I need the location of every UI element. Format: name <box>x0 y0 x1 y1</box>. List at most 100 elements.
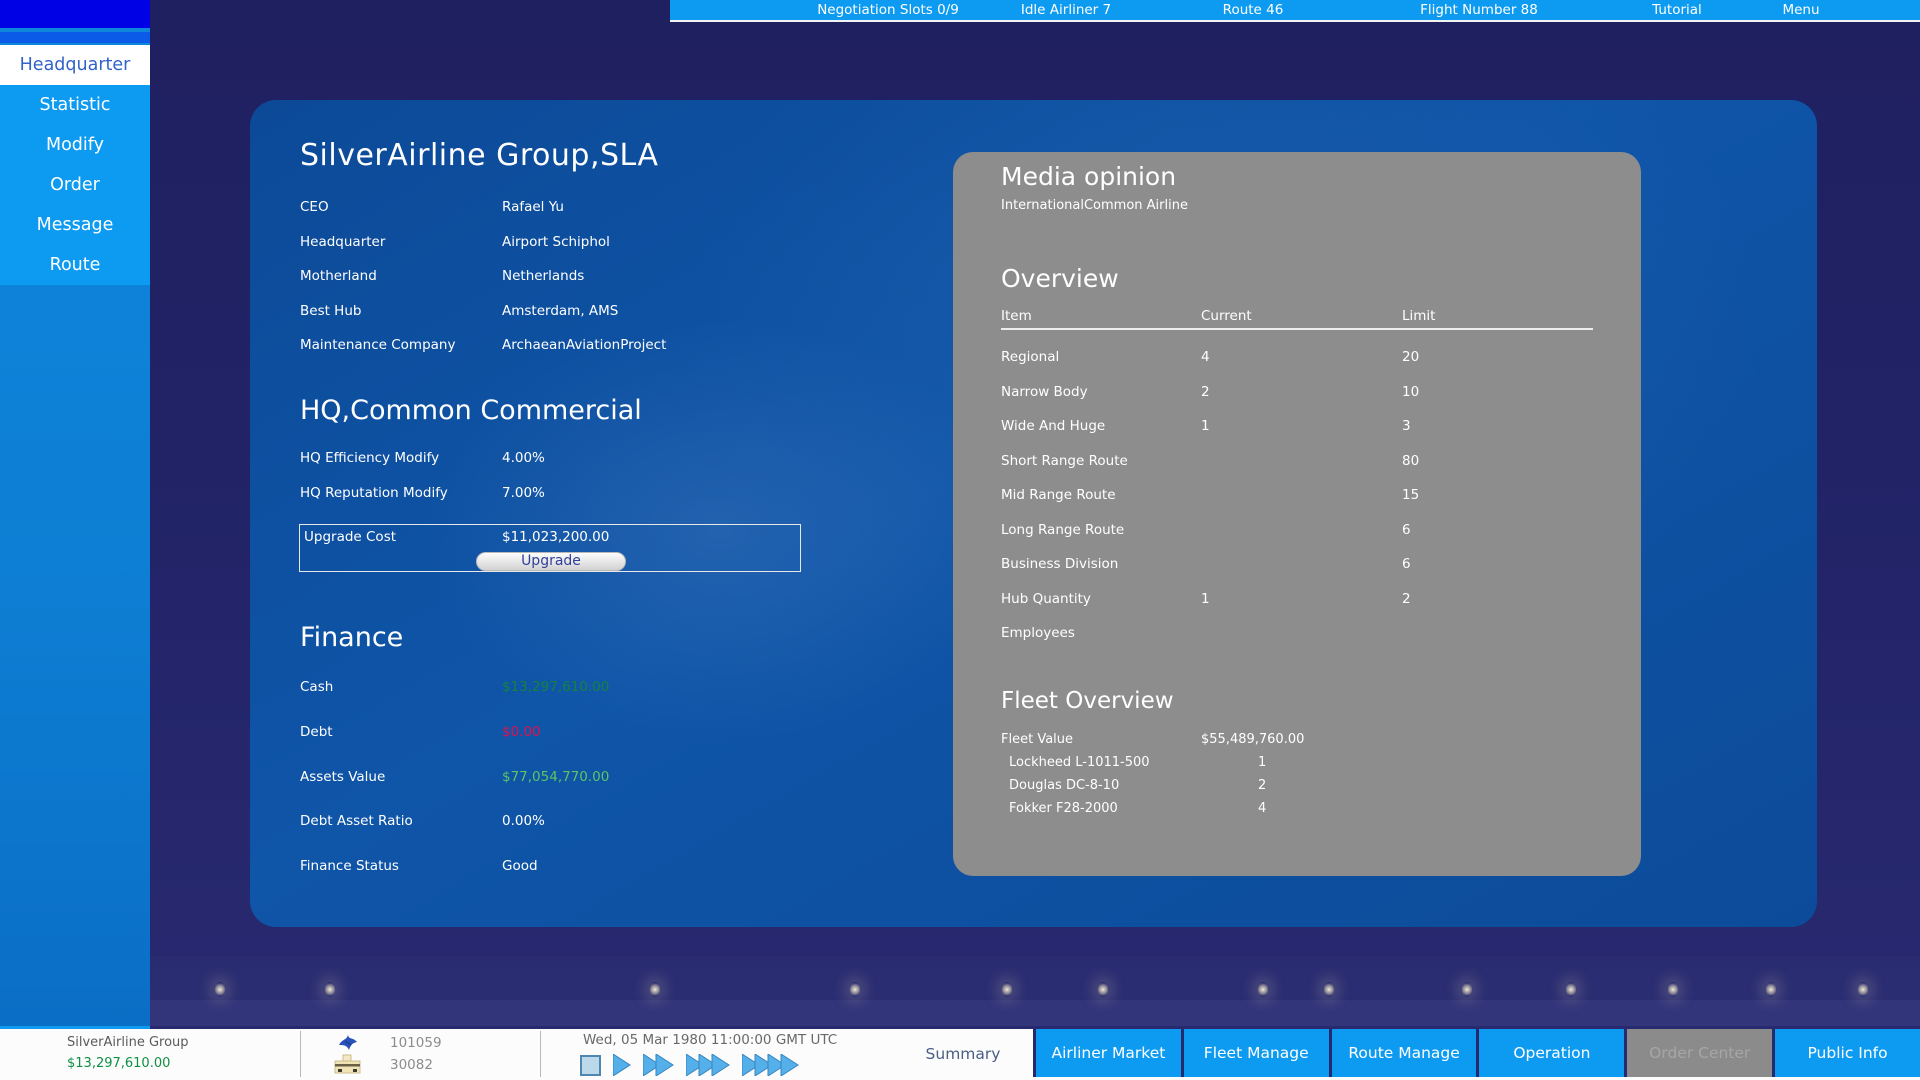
table-row: Narrow Body210 <box>1001 375 1593 410</box>
info-label: Headquarter <box>300 234 502 250</box>
play-speed-1-button[interactable] <box>613 1054 631 1076</box>
table-row: Regional420 <box>1001 340 1593 375</box>
table-row: Wide And Huge13 <box>1001 409 1593 444</box>
play-speed-2-button[interactable] <box>643 1054 674 1076</box>
table-row: Hub Quantity12 <box>1001 582 1593 617</box>
cell-limit: 2 <box>1402 591 1593 607</box>
hq-section-title: HQ,Common Commercial <box>300 395 642 426</box>
bottom-cash-value: $13,297,610.00 <box>67 1056 170 1071</box>
bottom-bar: SilverAirline Group $13,297,610.00 10105… <box>0 1026 1920 1080</box>
upgrade-cost-label: Upgrade Cost <box>304 529 502 545</box>
runway-light <box>650 982 660 997</box>
play-speed-3-button[interactable] <box>686 1054 730 1076</box>
info-value: Amsterdam, AMS <box>502 303 618 319</box>
runway-light <box>1566 982 1576 997</box>
cell-item: Regional <box>1001 349 1201 365</box>
cell-limit: 10 <box>1402 384 1593 400</box>
sidebar-item-order[interactable]: Order <box>0 165 150 205</box>
sidebar-item-statistic[interactable]: Statistic <box>0 85 150 125</box>
sidebar: Headquarter Statistic Modify Order Messa… <box>0 0 150 1026</box>
cell-current: 2 <box>1201 384 1402 400</box>
cell-limit: 20 <box>1402 349 1593 365</box>
bird-icon <box>336 1032 360 1053</box>
finance-row: Assets Value$77,054,770.00 <box>300 754 920 799</box>
info-value: Airport Schiphol <box>502 234 610 250</box>
media-opinion-title: Media opinion <box>1001 162 1176 191</box>
overview-table-header: Item Current Limit <box>1001 308 1593 324</box>
cell-item: Employees <box>1001 625 1201 641</box>
sidebar-item-headquarter[interactable]: Headquarter <box>0 45 150 85</box>
cell-limit: 15 <box>1402 487 1593 503</box>
aircraft-name: Douglas DC-8-10 <box>1001 778 1201 793</box>
cell-current: 1 <box>1201 591 1402 607</box>
finance-label: Cash <box>300 679 502 695</box>
runway-light <box>1258 982 1268 997</box>
airliner-market-button[interactable]: Airliner Market <box>1036 1029 1181 1077</box>
route-count-status: Route 46 <box>1223 0 1284 22</box>
runway-light <box>215 982 225 997</box>
info-label: Maintenance Company <box>300 337 502 353</box>
finance-label: Finance Status <box>300 858 502 874</box>
play-speed-4-button[interactable] <box>742 1054 799 1076</box>
cell-current: 1 <box>1201 418 1402 434</box>
pause-button[interactable] <box>580 1055 601 1076</box>
sidebar-item-label: Statistic <box>40 95 111 115</box>
info-row: MotherlandNetherlands <box>300 259 920 294</box>
sidebar-item-route[interactable]: Route <box>0 245 150 285</box>
upgrade-button[interactable]: Upgrade <box>476 552 626 571</box>
game-datetime: Wed, 05 Mar 1980 11:00:00 GMT UTC <box>583 1032 837 1048</box>
sidebar-item-message[interactable]: Message <box>0 205 150 245</box>
finance-value: $0.00 <box>502 724 541 740</box>
negotiation-slots-status: Negotiation Slots 0/9 <box>817 0 959 22</box>
info-row: HeadquarterAirport Schiphol <box>300 225 920 260</box>
hq-row: HQ Reputation Modify7.00% <box>300 476 920 511</box>
summary-button[interactable]: Summary <box>918 1045 1008 1063</box>
info-label: CEO <box>300 199 502 215</box>
cell-item: Hub Quantity <box>1001 591 1201 607</box>
fleet-aircraft-row: Fokker F28-20004 <box>1001 797 1593 820</box>
column-limit: Limit <box>1402 308 1593 324</box>
sidebar-item-modify[interactable]: Modify <box>0 125 150 165</box>
aircraft-count: 1 <box>1201 755 1266 770</box>
aircraft-count: 2 <box>1201 778 1266 793</box>
info-row: Maintenance CompanyArchaeanAviationProje… <box>300 328 920 363</box>
info-row: CEORafael Yu <box>300 190 920 225</box>
finance-label: Debt <box>300 724 502 740</box>
aircraft-name: Lockheed L-1011-500 <box>1001 755 1201 770</box>
sidebar-menu: Headquarter Statistic Modify Order Messa… <box>0 45 150 285</box>
cell-limit: 6 <box>1402 522 1593 538</box>
runway-light <box>1324 982 1334 997</box>
public-info-button[interactable]: Public Info <box>1775 1029 1920 1077</box>
aircraft-count: 4 <box>1201 801 1266 816</box>
hq-rows: HQ Efficiency Modify4.00% HQ Reputation … <box>300 441 920 510</box>
upgrade-cost-row: Upgrade Cost $11,023,200.00 <box>304 529 609 545</box>
fleet-overview-title: Fleet Overview <box>1001 688 1174 714</box>
bottom-divider <box>540 1031 541 1077</box>
route-manage-button[interactable]: Route Manage <box>1332 1029 1477 1077</box>
column-item: Item <box>1001 308 1201 324</box>
background-ground-band <box>150 956 1920 1000</box>
table-row: Mid Range Route15 <box>1001 478 1593 513</box>
sidebar-item-label: Order <box>50 175 100 195</box>
tutorial-button[interactable]: Tutorial <box>1652 0 1702 22</box>
cell-limit: 6 <box>1402 556 1593 572</box>
info-value: ArchaeanAviationProject <box>502 337 666 353</box>
table-row: Short Range Route80 <box>1001 444 1593 479</box>
building-icon <box>334 1054 361 1074</box>
fleet-value-amount: $55,489,760.00 <box>1201 732 1304 747</box>
sidebar-item-label: Message <box>37 215 114 235</box>
finance-rows: Cash$13,297,610.00 Debt$0.00 Assets Valu… <box>300 665 920 888</box>
operation-button[interactable]: Operation <box>1479 1029 1624 1077</box>
finance-value: Good <box>502 858 538 874</box>
sidebar-accent-strip <box>0 32 150 43</box>
overview-title: Overview <box>1001 264 1119 293</box>
menu-button[interactable]: Menu <box>1782 0 1819 22</box>
company-info-list: CEORafael Yu HeadquarterAirport Schiphol… <box>300 190 920 363</box>
fleet-manage-button[interactable]: Fleet Manage <box>1184 1029 1329 1077</box>
table-row: Long Range Route6 <box>1001 513 1593 548</box>
finance-row: Cash$13,297,610.00 <box>300 665 920 710</box>
runway-light <box>1098 982 1108 997</box>
hq-label: HQ Reputation Modify <box>300 485 502 501</box>
overview-table: Regional420 Narrow Body210 Wide And Huge… <box>1001 340 1593 651</box>
info-value: Netherlands <box>502 268 584 284</box>
